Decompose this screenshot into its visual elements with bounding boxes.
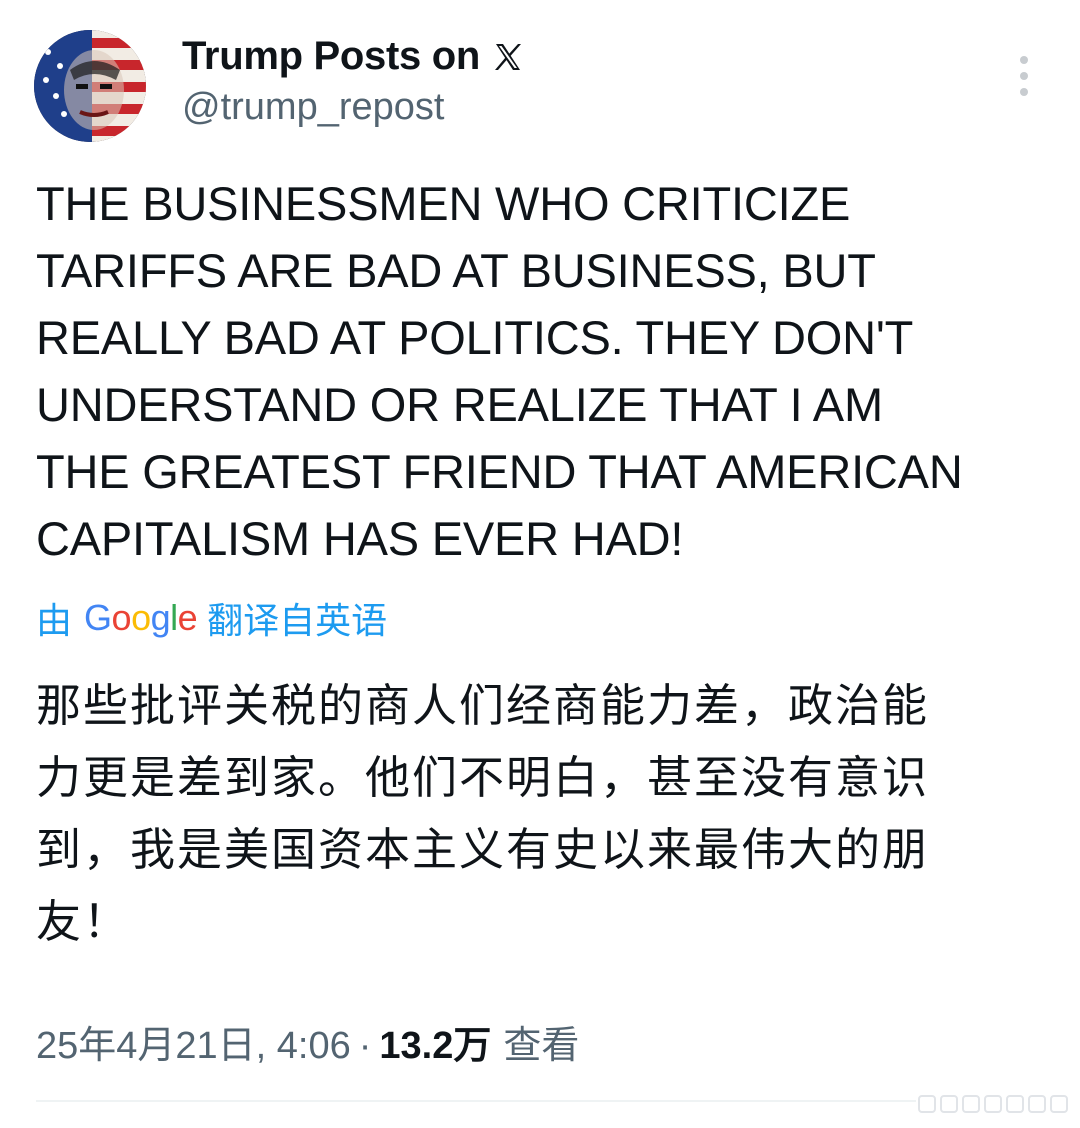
views-count: 13.2万 [379,1025,492,1067]
translation-attribution[interactable]: 由 Google 翻译自英语 [36,592,387,644]
user-handle[interactable]: @trump_repost [182,86,444,129]
post-text-line: THE BUSINESSMEN WHO CRITICIZE [36,177,851,230]
tweet-detail: Trump Posts on @trump_repost THE BUSINES… [0,0,1080,1128]
display-name-text: Trump Posts on [182,34,481,78]
post-text-translated: 那些批评关税的商人们经商能力差，政治能 力更是差到家。他们不明白，甚至没有意识 … [36,670,1036,958]
views-label: 查看 [503,1025,580,1067]
post-text-original: THE BUSINESSMEN WHO CRITICIZE TARIFFS AR… [36,170,1046,572]
translated-line: 友！ [36,895,131,948]
google-logo: Google [84,597,198,638]
post-text-line: THE GREATEST FRIEND THAT AMERICAN [36,445,963,498]
display-name[interactable]: Trump Posts on [182,34,524,79]
more-dot [1020,56,1028,64]
divider [36,1100,916,1102]
watermark [918,1094,1068,1114]
translation-suffix: 翻译自英语 [207,600,388,641]
post-text-line: CAPITALISM HAS EVER HAD! [36,512,684,565]
post-timestamp[interactable]: 25年4月21日, 4:06 [36,1014,351,1069]
more-dot [1020,72,1028,80]
more-options-icon[interactable] [1006,54,1042,98]
american-flag-portrait-avatar-icon [34,30,146,142]
post-text-line: REALLY BAD AT POLITICS. THEY DON'T [36,311,914,364]
translated-line: 那些批评关税的商人们经商能力差，政治能 [36,679,930,732]
x-logo-icon [492,41,524,73]
more-dot [1020,88,1028,96]
meta-separator: · [358,1025,372,1067]
translated-line: 到，我是美国资本主义有史以来最伟大的朋 [36,823,930,876]
post-text-line: UNDERSTAND OR REALIZE THAT I AM [36,378,883,431]
translated-line: 力更是差到家。他们不明白，甚至没有意识 [36,751,930,804]
translation-prefix: 由 [36,600,73,641]
avatar[interactable] [34,30,146,142]
post-text-line: TARIFFS ARE BAD AT BUSINESS, BUT [36,244,876,297]
post-meta: 25年4月21日, 4:06 · 13.2万 查看 [36,1014,579,1069]
